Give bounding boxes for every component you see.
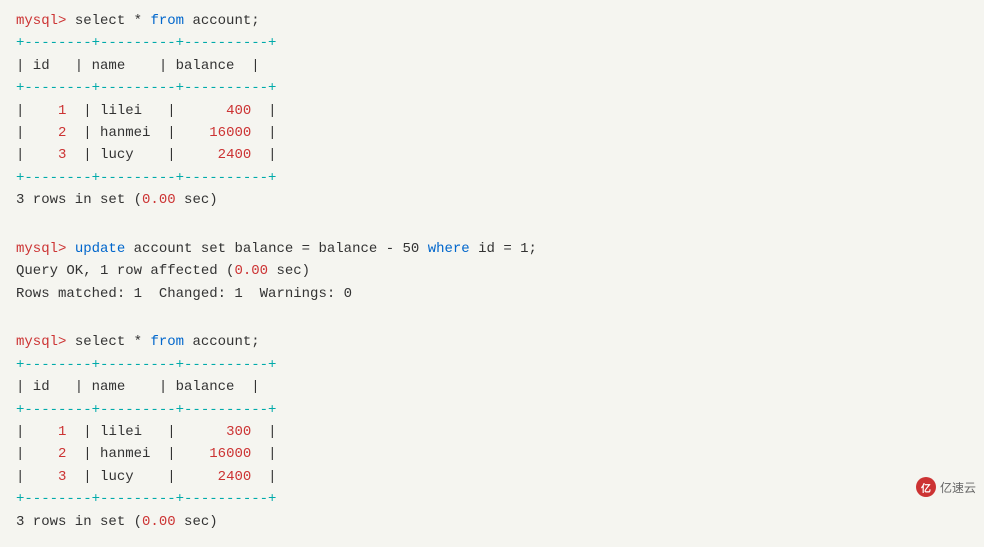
cmd-space-2 (66, 241, 74, 257)
query-ok-line: Query OK, 1 row affected (0.00 sec) (16, 260, 968, 282)
cmd-update-body: account set balance = balance - 50 (125, 241, 427, 257)
table-border-mid-1: +--------+---------+----------+ (16, 77, 968, 99)
val-16000-2: 16000 (209, 446, 251, 462)
table-border-bot-3: +--------+---------+----------+ (16, 488, 968, 510)
val-3b: 3 (41, 469, 66, 485)
table-row-1-1: | 1 | lilei | 400 | (16, 100, 968, 122)
table-border-mid-3: +--------+---------+----------+ (16, 399, 968, 421)
time-1: 0.00 (142, 192, 176, 208)
keyword-from-3: from (150, 334, 184, 350)
command-line-2: mysql> update account set balance = bala… (16, 238, 968, 260)
val-16000-1: 16000 (209, 125, 251, 141)
table-row-3-3: | 3 | lucy | 2400 | (16, 466, 968, 488)
table-border-top-3: +--------+---------+----------+ (16, 354, 968, 376)
keyword-where: where (428, 241, 470, 257)
cmd-select-3: select * (66, 334, 150, 350)
val-2400-1: 2400 (218, 147, 252, 163)
rows-matched-line: Rows matched: 1 Changed: 1 Warnings: 0 (16, 283, 968, 305)
watermark-text: 亿速云 (940, 479, 976, 496)
table-row-1-3: | 3 | lucy | 2400 | (16, 144, 968, 166)
keyword-from-1: from (150, 13, 184, 29)
table-header-1: | id | name | balance | (16, 55, 968, 77)
val-1b: 1 (41, 424, 66, 440)
val-300: 300 (226, 424, 251, 440)
cmd-table-1: account; (184, 13, 260, 29)
result-line-3: 3 rows in set (0.00 sec) (16, 511, 968, 533)
keyword-update: update (75, 241, 125, 257)
table-border-bot-1: +--------+---------+----------+ (16, 167, 968, 189)
watermark: 亿 亿速云 (916, 477, 976, 497)
block3: mysql> select * from account; +--------+… (16, 331, 968, 533)
watermark-logo-text: 亿 (921, 480, 931, 495)
prompt-1: mysql> (16, 13, 66, 29)
command-line-3: mysql> select * from account; (16, 331, 968, 353)
prompt-2: mysql> (16, 241, 66, 257)
result-line-1: 3 rows in set (0.00 sec) (16, 189, 968, 211)
time-3: 0.00 (142, 514, 176, 530)
table-row-3-1: | 1 | lilei | 300 | (16, 421, 968, 443)
table-row-1-2: | 2 | hanmei | 16000 | (16, 122, 968, 144)
command-line-1: mysql> select * from account; (16, 10, 968, 32)
block1: mysql> select * from account; +--------+… (16, 10, 968, 212)
table-row-3-2: | 2 | hanmei | 16000 | (16, 443, 968, 465)
table-header-3: | id | name | balance | (16, 376, 968, 398)
val-2400-2: 2400 (218, 469, 252, 485)
cmd-table-3: account; (184, 334, 260, 350)
time-2: 0.00 (234, 263, 268, 279)
val-2b: 2 (41, 446, 66, 462)
val-400: 400 (226, 103, 251, 119)
cmd-select-1: select * (66, 13, 150, 29)
val-3: 3 (41, 147, 66, 163)
terminal: mysql> select * from account; +--------+… (16, 10, 968, 533)
val-2: 2 (41, 125, 66, 141)
prompt-3: mysql> (16, 334, 66, 350)
val-1: 1 (41, 103, 66, 119)
table-border-top-1: +--------+---------+----------+ (16, 32, 968, 54)
block2: mysql> update account set balance = bala… (16, 238, 968, 305)
watermark-logo: 亿 (916, 477, 936, 497)
cmd-where-end: id = 1; (470, 241, 537, 257)
